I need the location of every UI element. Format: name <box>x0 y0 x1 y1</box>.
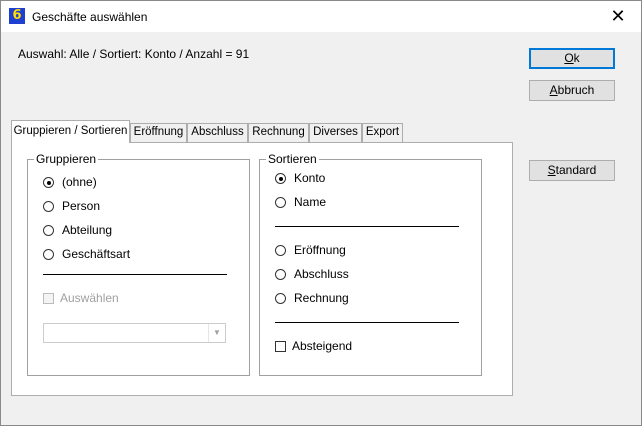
tab-diverses[interactable]: Diverses <box>309 123 362 142</box>
tab-panel-gruppieren-sortieren: Gruppieren (ohne) Person Abteilung Gesch… <box>11 142 513 396</box>
window-title: Geschäfte auswählen <box>32 10 148 24</box>
group-sortieren: Sortieren Konto Name Eröffnung Abschluss… <box>259 152 482 376</box>
radio-geschaeftsart-label: Geschäftsart <box>62 247 131 261</box>
radio-abschluss-label: Abschluss <box>294 267 349 281</box>
group-sortieren-title: Sortieren <box>266 152 319 166</box>
ok-label: k <box>573 51 580 65</box>
checkbox-auswaehlen-label: Auswählen <box>60 291 119 305</box>
checkbox-absteigend[interactable]: Absteigend <box>275 338 352 354</box>
radio-button[interactable] <box>275 173 286 184</box>
title-bar: 6 Geschäfte auswählen ✕ <box>1 1 641 32</box>
abbruch-mnemonic: A <box>549 83 558 97</box>
ok-button[interactable]: Ok <box>529 48 615 69</box>
close-icon[interactable]: ✕ <box>595 1 641 32</box>
radio-abteilung[interactable]: Abteilung <box>43 222 112 238</box>
radio-name[interactable]: Name <box>275 194 326 210</box>
radio-abschluss[interactable]: Abschluss <box>275 266 349 282</box>
radio-button[interactable] <box>275 245 286 256</box>
selection-info: Auswahl: Alle / Sortiert: Konto / Anzahl… <box>18 47 250 61</box>
group-gruppieren: Gruppieren (ohne) Person Abteilung Gesch… <box>27 152 250 376</box>
radio-konto[interactable]: Konto <box>275 170 325 186</box>
separator <box>43 274 227 275</box>
standard-label: tandard <box>555 163 597 177</box>
separator <box>275 322 459 323</box>
radio-geschaeftsart[interactable]: Geschäftsart <box>43 246 130 262</box>
abbruch-button[interactable]: Abbruch <box>529 80 615 101</box>
radio-abteilung-label: Abteilung <box>62 223 113 237</box>
radio-konto-label: Konto <box>294 171 326 185</box>
ok-mnemonic: O <box>564 51 574 65</box>
radio-rechnung-label: Rechnung <box>294 291 349 305</box>
app-icon: 6 <box>9 8 25 24</box>
radio-ohne[interactable]: (ohne) <box>43 174 97 190</box>
abbruch-label: bbruch <box>557 83 595 97</box>
radio-person[interactable]: Person <box>43 198 100 214</box>
standard-mnemonic: S <box>547 163 556 177</box>
radio-button[interactable] <box>43 201 54 212</box>
gruppieren-combo[interactable]: ▼ <box>43 323 226 343</box>
checkbox[interactable] <box>275 341 286 352</box>
checkbox-absteigend-label: Absteigend <box>292 339 353 353</box>
radio-button[interactable] <box>275 269 286 280</box>
radio-button[interactable] <box>275 197 286 208</box>
tab-eroeffnung[interactable]: Eröffnung <box>130 123 187 142</box>
tab-abschluss[interactable]: Abschluss <box>187 123 248 142</box>
radio-eroeffnung-label: Eröffnung <box>294 243 346 257</box>
checkbox-auswaehlen[interactable]: Auswählen <box>43 290 119 306</box>
group-gruppieren-title: Gruppieren <box>34 152 99 166</box>
tab-rechnung[interactable]: Rechnung <box>248 123 309 142</box>
chevron-down-icon[interactable]: ▼ <box>208 324 225 342</box>
standard-button[interactable]: Standard <box>529 160 615 181</box>
radio-button[interactable] <box>275 293 286 304</box>
checkbox[interactable] <box>43 293 54 304</box>
tab-gruppieren-sortieren[interactable]: Gruppieren / Sortieren <box>11 120 130 143</box>
tab-export[interactable]: Export <box>362 123 403 142</box>
radio-name-label: Name <box>294 195 327 209</box>
dialog-window: 6 Geschäfte auswählen ✕ Auswahl: Alle / … <box>0 0 642 426</box>
radio-button[interactable] <box>43 225 54 236</box>
radio-button[interactable] <box>43 177 54 188</box>
radio-button[interactable] <box>43 249 54 260</box>
radio-ohne-label: (ohne) <box>62 175 97 189</box>
radio-rechnung[interactable]: Rechnung <box>275 290 349 306</box>
radio-eroeffnung[interactable]: Eröffnung <box>275 242 346 258</box>
separator <box>275 226 459 227</box>
radio-person-label: Person <box>62 199 101 213</box>
